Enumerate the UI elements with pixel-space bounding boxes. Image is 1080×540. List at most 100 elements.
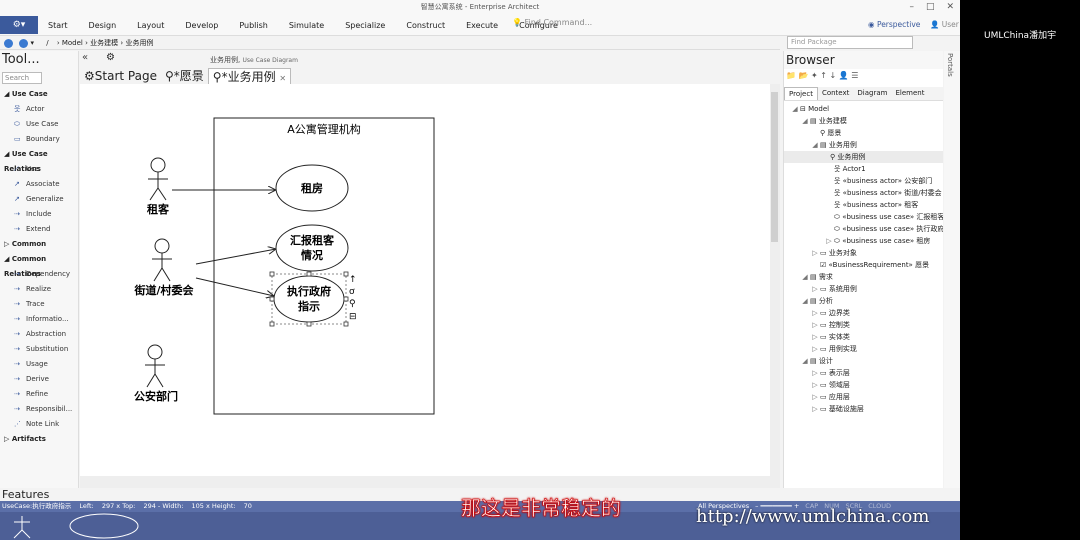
app-menu-button[interactable]: ⚙▾ [0,16,38,34]
tree-item[interactable]: 웃 Actor1 [784,163,943,175]
toolbox-section-use-case[interactable]: ◢ Use Case [0,87,78,102]
tree-item[interactable]: 웃 «business actor» 租客 [784,199,943,211]
tree-item[interactable]: ▷ ⬭ «business use case» 租房 [784,235,943,247]
tab-business-usecase[interactable]: ⚲*业务用例 ✕ [207,68,292,84]
perspective-button[interactable]: ◉ Perspective [868,20,920,29]
tree-item[interactable]: ▷ ▭ 用例实现 [784,343,943,355]
toolbox-item-usage[interactable]: ⇢ Usage [0,357,78,372]
maximize-icon[interactable]: □ [926,0,935,14]
usecase-execute-government[interactable] [273,275,345,323]
toolbox-item-use-case[interactable]: ⬭ Use Case [0,117,78,132]
tree-item[interactable]: ⬭ «business use case» 执行政府指示 [784,223,943,235]
path-root[interactable]: / [46,39,48,47]
tree-item[interactable]: ▷ ▭ 领域层 [784,379,943,391]
diagram-properties-icon[interactable]: ⚙ [106,52,115,63]
find-package-input[interactable]: Find Package [787,36,913,49]
dropdown-icon[interactable]: ▾ [30,39,34,47]
tree-item[interactable]: ◢ ▤ 业务用例 [784,139,943,151]
user-icon[interactable]: 👤 [839,71,849,80]
toolbox-item-information-flow[interactable]: ⇢ Informatio... [0,312,78,327]
menu-icon[interactable]: ☰ [851,71,858,80]
menu-simulate[interactable]: Simulate [289,21,324,30]
browser-tab-project[interactable]: Project [784,87,818,100]
tree-item[interactable]: ▷ ▭ 应用层 [784,391,943,403]
toolbox-section-common-relations[interactable]: ◢ Common Relations [0,252,78,278]
forward-icon[interactable] [19,38,29,48]
minimize-icon[interactable]: – [909,0,914,14]
menu-layout[interactable]: Layout [137,21,164,30]
actor-tenant[interactable] [148,157,168,201]
toolbox-item-responsibility[interactable]: ⇢ Responsibil... [0,402,78,417]
path-business-modeling[interactable]: 业务建模 [90,39,118,47]
close-tab-icon[interactable]: ✕ [279,74,286,83]
toolbox-item-extend[interactable]: ⇢ Extend [0,222,78,237]
tree-item-selected[interactable]: ⚲ 业务用例 [784,151,943,163]
toolbox-item-abstraction[interactable]: ⇢ Abstraction [0,327,78,342]
quicklink-edit-icon[interactable]: ơ [349,287,355,297]
tree-item[interactable]: 웃 «business actor» 街道/村委会 [784,187,943,199]
toolbox-item-refine[interactable]: ⇢ Refine [0,387,78,402]
toolbox-section-artifacts[interactable]: ▷ Artifacts [0,432,78,447]
find-command[interactable]: 💡 Find Command... [512,18,592,27]
tree-item[interactable]: ▷ ▭ 业务对象 [784,247,943,259]
star-icon[interactable]: ✦ [811,71,818,80]
tree-item[interactable]: ▷ ▭ 基础设施层 [784,403,943,415]
actor-police[interactable] [145,344,165,388]
toolbox-item-trace[interactable]: ⇢ Trace [0,297,78,312]
actor-street-committee[interactable] [152,238,172,282]
path-business-usecase[interactable]: 业务用例 [125,39,153,47]
quicklink-zoom-icon[interactable]: ⚲ [349,299,356,309]
tree-item[interactable]: ☑ «BusinessRequirement» 愿景 [784,259,943,271]
double-chevron-left-icon[interactable]: « [82,52,88,63]
quicklink-arrow-icon[interactable]: ↑ [349,275,357,285]
scrollbar-thumb[interactable] [771,92,778,242]
tree-item[interactable]: ▷ ▭ 边界类 [784,307,943,319]
close-icon[interactable]: ✕ [946,0,954,14]
user-button[interactable]: 👤 User [930,20,959,29]
toolbox-section-use-case-relations[interactable]: ◢ Use Case Relations [0,147,78,173]
browser-tab-element[interactable]: Element [891,87,928,100]
path-model[interactable]: Model [62,39,83,47]
tree-item[interactable]: ◢ ⊟ Model [784,103,943,115]
new-folder-icon[interactable]: 📂 [799,71,809,80]
toolbox-item-derive[interactable]: ⇢ Derive [0,372,78,387]
tree-item[interactable]: ◢ ▤ 设计 [784,355,943,367]
tree-item[interactable]: ▷ ▭ 表示层 [784,367,943,379]
tree-item[interactable]: ▷ ▭ 系统用例 [784,283,943,295]
toolbox-item-realize[interactable]: ⇢ Realize [0,282,78,297]
browser-tab-diagram[interactable]: Diagram [853,87,891,100]
arrow-down-icon[interactable]: ↓ [830,71,837,80]
toolbox-item-actor[interactable]: 웃 Actor [0,102,78,117]
tree-item[interactable]: 웃 «business actor» 公安部门 [784,175,943,187]
menu-design[interactable]: Design [89,21,117,30]
menu-start[interactable]: Start [48,21,68,30]
toolbox-item-boundary[interactable]: ▭ Boundary [0,132,78,147]
menu-develop[interactable]: Develop [185,21,218,30]
tree-item[interactable]: ▷ ▭ 控制类 [784,319,943,331]
menu-execute[interactable]: Execute [466,21,498,30]
tab-start-page[interactable]: ⚙Start Page [80,68,161,84]
toolbox-item-associate[interactable]: ↗ Associate [0,177,78,192]
toolbox-item-generalize[interactable]: ↗ Generalize [0,192,78,207]
tree-item[interactable]: ⬭ «business use case» 汇报租客情况 [784,211,943,223]
folder-icon[interactable]: 📁 [786,71,796,80]
toolbox-item-include[interactable]: ⇢ Include [0,207,78,222]
portals-sidebar[interactable]: Portals [944,51,960,488]
toolbox-search-input[interactable]: Search [2,72,42,84]
tree-item[interactable]: ◢ ▤ 业务建模 [784,115,943,127]
usecase-report-tenant[interactable] [275,224,349,272]
diagram-canvas[interactable]: A公寓管理机构 租客 街道/村委会 公安部门 租房 汇报租客 情况 执行政府 指… [80,84,770,488]
tree-item[interactable]: ◢ ▤ 分析 [784,295,943,307]
toolbox-item-substitution[interactable]: ⇢ Substitution [0,342,78,357]
tree-item[interactable]: ▷ ▭ 实体类 [784,331,943,343]
tree-item[interactable]: ⚲ 愿景 [784,127,943,139]
toolbox-section-common[interactable]: ▷ Common [0,237,78,252]
menu-construct[interactable]: Construct [406,21,445,30]
browser-tab-context[interactable]: Context [818,87,853,100]
tree-item[interactable]: ◢ ▤ 需求 [784,271,943,283]
menu-publish[interactable]: Publish [239,21,268,30]
toolbox-item-note-link[interactable]: ⋰ Note Link [0,417,78,432]
menu-specialize[interactable]: Specialize [345,21,385,30]
back-icon[interactable] [4,38,13,48]
arrow-up-icon[interactable]: ↑ [820,71,827,80]
